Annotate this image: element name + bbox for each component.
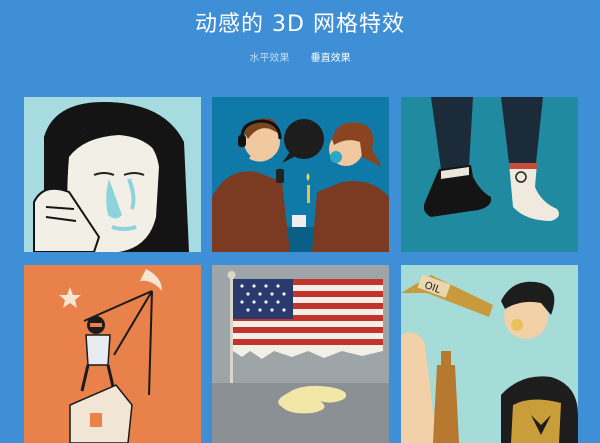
american-flag-illustration [212, 265, 389, 443]
grid-item-couple-conversation[interactable] [212, 97, 389, 252]
grid-item-moon-puppet[interactable] [24, 265, 201, 443]
man-drinking-illustration: OIL [401, 265, 578, 443]
moon-puppet-illustration [24, 265, 201, 443]
image-grid: OIL [0, 0, 600, 443]
grid-item-american-flag[interactable] [212, 265, 389, 443]
flag [233, 279, 383, 359]
couple-illustration [212, 97, 389, 252]
grid-item-dangling-feet[interactable] [401, 97, 578, 252]
crying-woman-illustration [24, 97, 201, 252]
grid-item-crying-woman[interactable] [24, 97, 201, 252]
grid-item-man-drinking-oil[interactable]: OIL [401, 265, 578, 443]
feet-illustration [401, 97, 578, 252]
